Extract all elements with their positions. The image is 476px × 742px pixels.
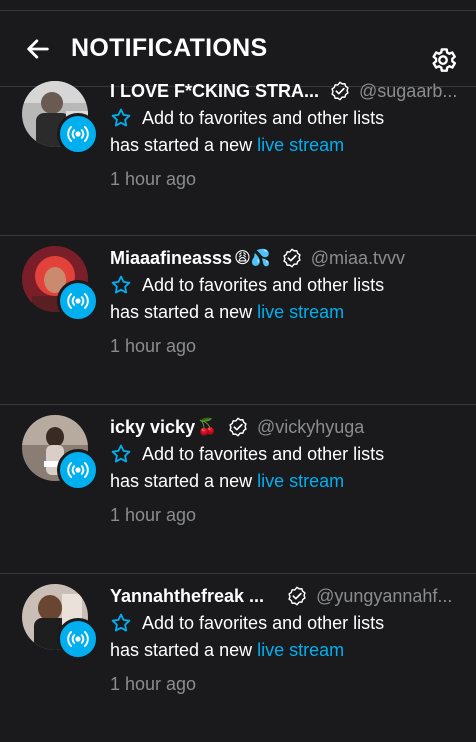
live-stream-link[interactable]: live stream xyxy=(257,135,344,155)
live-stream-link[interactable]: live stream xyxy=(257,471,344,491)
page-title: NOTIFICATIONS xyxy=(71,34,268,62)
timestamp: 1 hour ago xyxy=(110,336,197,356)
display-name[interactable]: Yannahthefreak ... xyxy=(110,586,264,607)
broadcast-icon xyxy=(67,631,89,647)
name-emoji: 🍒 xyxy=(197,419,217,436)
notification-message: has started a new live stream xyxy=(110,471,344,492)
verified-badge-icon xyxy=(288,586,306,606)
notification-message: has started a new live stream xyxy=(110,640,344,661)
star-outline-icon xyxy=(111,613,131,632)
verified-badge-icon xyxy=(331,81,349,101)
live-stream-badge xyxy=(57,113,99,155)
star-outline-icon xyxy=(111,108,131,127)
star-outline-icon xyxy=(111,275,131,294)
display-name[interactable]: Miaaafineasss xyxy=(110,248,232,269)
notification-list: I LOVE F*CKING STRA... @sugaarb... Add t… xyxy=(0,81,476,742)
broadcast-icon xyxy=(67,293,89,309)
name-emoji: 😩💦 xyxy=(234,250,271,267)
notification-item[interactable]: Yannahthefreak ... @yungyannahf... Add t… xyxy=(0,574,476,742)
live-stream-badge xyxy=(57,618,99,660)
broadcast-icon xyxy=(67,462,89,478)
username-handle[interactable]: @miaa.tvvv xyxy=(311,248,405,269)
username-handle[interactable]: @yungyannahf... xyxy=(316,586,452,607)
notification-message: has started a new live stream xyxy=(110,302,344,323)
username-handle[interactable]: @sugaarb... xyxy=(359,81,457,102)
name-row: I LOVE F*CKING STRA... @sugaarb... xyxy=(110,79,457,103)
favorites-label: Add to favorites and other lists xyxy=(142,612,385,633)
display-name[interactable]: I LOVE F*CKING STRA... xyxy=(110,81,319,102)
arrow-left-icon[interactable] xyxy=(24,35,52,63)
live-stream-badge xyxy=(57,280,99,322)
add-to-favorites-button[interactable]: Add to favorites and other lists xyxy=(110,272,384,298)
add-to-favorites-button[interactable]: Add to favorites and other lists xyxy=(110,441,384,467)
live-stream-link[interactable]: live stream xyxy=(257,640,344,660)
timestamp: 1 hour ago xyxy=(110,169,197,189)
favorites-label: Add to favorites and other lists xyxy=(142,107,385,128)
add-to-favorites-button[interactable]: Add to favorites and other lists xyxy=(110,610,384,636)
favorites-label: Add to favorites and other lists xyxy=(142,443,385,464)
message-text: has started a new xyxy=(110,471,258,491)
name-row: icky vicky 🍒 @vickyhyuga xyxy=(110,415,364,439)
favorites-label: Add to favorites and other lists xyxy=(142,274,385,295)
notification-message: has started a new live stream xyxy=(110,135,344,156)
broadcast-icon xyxy=(67,126,89,142)
gear-icon[interactable] xyxy=(428,45,458,75)
notification-item[interactable]: Miaaafineasss 😩💦 @miaa.tvvv Add to favor… xyxy=(0,236,476,405)
star-outline-icon xyxy=(111,444,131,463)
name-row: Yannahthefreak ... @yungyannahf... xyxy=(110,584,452,608)
app-header: NOTIFICATIONS xyxy=(0,11,476,87)
add-to-favorites-button[interactable]: Add to favorites and other lists xyxy=(110,105,384,131)
message-text: has started a new xyxy=(110,135,258,155)
notification-item[interactable]: icky vicky 🍒 @vickyhyuga Add to favorite… xyxy=(0,405,476,574)
notification-item[interactable]: I LOVE F*CKING STRA... @sugaarb... Add t… xyxy=(0,81,476,236)
message-text: has started a new xyxy=(110,640,258,660)
name-row: Miaaafineasss 😩💦 @miaa.tvvv xyxy=(110,246,405,270)
username-handle[interactable]: @vickyhyuga xyxy=(257,417,364,438)
live-stream-badge xyxy=(57,449,99,491)
verified-badge-icon xyxy=(283,248,301,268)
live-stream-link[interactable]: live stream xyxy=(257,302,344,322)
message-text: has started a new xyxy=(110,302,258,322)
top-divider xyxy=(0,0,476,11)
verified-badge-icon xyxy=(229,417,247,437)
display-name[interactable]: icky vicky xyxy=(110,417,195,438)
timestamp: 1 hour ago xyxy=(110,674,197,694)
timestamp: 1 hour ago xyxy=(110,505,197,525)
